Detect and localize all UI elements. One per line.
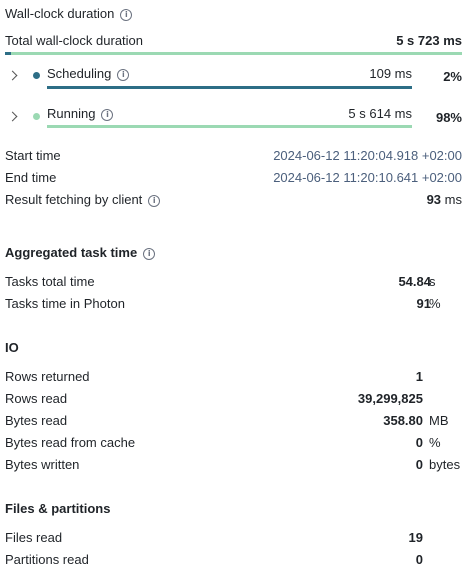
running-percent: 98% (435, 110, 462, 125)
end-time-value: 2024-06-12 11:20:10.641 +02:00 (273, 170, 462, 185)
info-icon[interactable]: i (143, 248, 156, 260)
partitions-read-value: 0 (415, 552, 423, 567)
rows-returned-value: 1 (415, 369, 423, 384)
total-duration-label: Total wall-clock duration (5, 33, 144, 48)
result-fetching-value: 93 ms (427, 192, 462, 207)
running-dot-icon (33, 113, 40, 120)
total-duration-value: 5 s 723 ms (396, 33, 462, 48)
wall-clock-title: Wall-clock duration i (5, 6, 133, 21)
result-fetching-number: 93 (426, 192, 442, 207)
files-read-label: Files read (5, 530, 63, 545)
scheduling-dot-icon (33, 72, 40, 79)
info-icon[interactable]: i (120, 9, 133, 21)
running-label-text: Running (47, 106, 96, 121)
info-icon[interactable]: i (148, 195, 161, 207)
scheduling-value: 109 ms (369, 66, 412, 81)
rows-returned-label: Rows returned (5, 369, 90, 384)
result-fetching-label: Result fetching by client i (5, 192, 161, 207)
end-time-label: End time (5, 170, 57, 185)
bytes-cache-label: Bytes read from cache (5, 435, 136, 450)
start-time-value: 2024-06-12 11:20:04.918 +02:00 (273, 148, 462, 163)
expand-running-chevron-icon[interactable] (7, 111, 18, 122)
rows-read-label: Rows read (5, 391, 68, 406)
result-fetching-unit: ms (444, 192, 462, 207)
start-time-label: Start time (5, 148, 61, 163)
expand-scheduling-chevron-icon[interactable] (7, 70, 18, 81)
tasks-photon-label: Tasks time in Photon (5, 296, 125, 311)
bytes-read-label: Bytes read (5, 413, 68, 428)
scheduling-label: Scheduling i (47, 66, 130, 81)
running-bar (47, 125, 412, 128)
wall-clock-title-text: Wall-clock duration (5, 6, 115, 21)
files-title: Files & partitions (5, 501, 111, 516)
tasks-photon-unit: % (429, 296, 441, 311)
tasks-total-time-label: Tasks total time (5, 274, 95, 289)
tasks-total-time-unit: s (429, 274, 436, 289)
tasks-total-time-value: 54.84 (398, 274, 431, 289)
scheduling-percent: 2% (443, 69, 462, 84)
bytes-written-value: 0 (415, 457, 423, 472)
bytes-written-unit: bytes (429, 457, 461, 472)
info-icon[interactable]: i (117, 69, 130, 81)
total-duration-bar (5, 52, 462, 55)
scheduling-bar (47, 86, 412, 89)
bytes-read-value: 358.80 (383, 413, 423, 428)
total-duration-bar-scheduling (5, 52, 11, 55)
scheduling-label-text: Scheduling (47, 66, 112, 81)
info-icon[interactable]: i (101, 109, 114, 121)
running-label: Running i (47, 106, 114, 121)
result-fetching-label-text: Result fetching by client (5, 192, 143, 207)
io-title: IO (5, 340, 19, 355)
bytes-read-unit: MB (429, 413, 449, 428)
bytes-cache-unit: % (429, 435, 441, 450)
files-read-value: 19 (408, 530, 423, 545)
bytes-written-label: Bytes written (5, 457, 80, 472)
rows-read-value: 39,299,825 (357, 391, 423, 406)
bytes-cache-value: 0 (415, 435, 423, 450)
aggregated-title-text: Aggregated task time (5, 245, 138, 260)
aggregated-title: Aggregated task time i (5, 245, 156, 260)
partitions-read-label: Partitions read (5, 552, 89, 567)
running-value: 5 s 614 ms (348, 106, 412, 121)
